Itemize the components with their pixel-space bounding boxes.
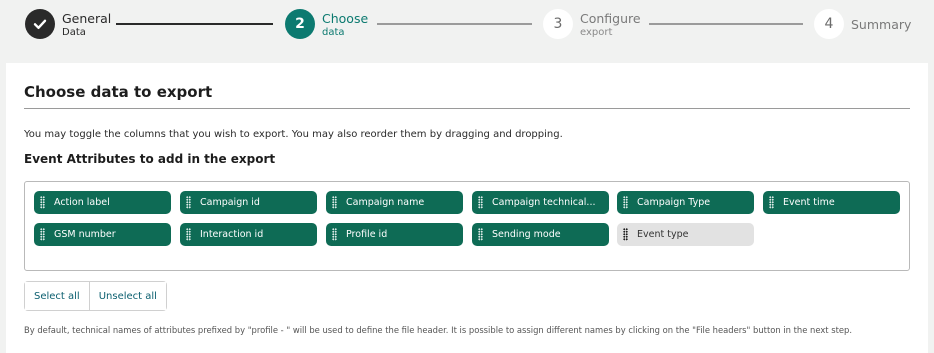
drag-handle-icon[interactable] <box>186 228 191 241</box>
chip-label: Event time <box>783 197 835 208</box>
chip-gsm-number[interactable]: GSM number <box>34 223 171 246</box>
chip-action-label[interactable]: Action label <box>34 191 171 214</box>
step-3-title: Configure <box>580 11 641 26</box>
chip-campaign-id[interactable]: Campaign id <box>180 191 317 214</box>
intro-text: You may toggle the columns that you wish… <box>24 129 563 140</box>
check-icon <box>33 19 47 29</box>
step-connector-1 <box>116 23 273 25</box>
selection-button-group: Select all Unselect all <box>24 281 167 311</box>
chip-label: Campaign Type <box>637 197 711 208</box>
chip-label: Sending mode <box>492 229 561 240</box>
chip-label: Action label <box>54 197 110 208</box>
chip-campaign-type[interactable]: Campaign Type <box>617 191 754 214</box>
step-connector-2 <box>377 23 532 25</box>
drag-handle-icon[interactable] <box>623 196 628 209</box>
step-2-title: Choose <box>322 11 369 26</box>
select-all-button[interactable]: Select all <box>25 282 89 310</box>
chip-campaign-technical[interactable]: Campaign technical... <box>472 191 609 214</box>
drag-handle-icon[interactable] <box>332 228 337 241</box>
drag-handle-icon[interactable] <box>186 196 191 209</box>
chip-interaction-id[interactable]: Interaction id <box>180 223 317 246</box>
drag-handle-icon[interactable] <box>478 196 483 209</box>
step-1-title: General <box>62 11 112 26</box>
step-2-subtitle: data <box>322 27 345 38</box>
section-title: Event Attributes to add in the export <box>24 152 276 166</box>
attribute-chip-list: Action label Campaign id Campaign name C… <box>24 181 910 271</box>
export-stepper: General Data 2 Choose data 3 Configure e… <box>0 0 934 52</box>
step-4-title: Summary <box>851 17 912 32</box>
chip-label: Profile id <box>346 229 388 240</box>
export-panel: Choose data to export You may toggle the… <box>6 63 928 353</box>
drag-handle-icon[interactable] <box>332 196 337 209</box>
chip-event-time[interactable]: Event time <box>763 191 900 214</box>
chip-sending-mode[interactable]: Sending mode <box>472 223 609 246</box>
file-header-note: By default, technical names of attribute… <box>24 325 853 335</box>
drag-handle-icon[interactable] <box>40 196 45 209</box>
step-3-circle[interactable]: 3 <box>543 9 573 39</box>
unselect-all-button[interactable]: Unselect all <box>88 282 166 310</box>
step-1-done-check-icon[interactable] <box>25 9 55 39</box>
chip-label: Interaction id <box>200 229 264 240</box>
drag-handle-icon[interactable] <box>769 196 774 209</box>
drag-handle-icon[interactable] <box>623 228 628 241</box>
step-1-subtitle: Data <box>62 27 86 38</box>
chip-campaign-name[interactable]: Campaign name <box>326 191 463 214</box>
page-title: Choose data to export <box>24 83 213 101</box>
chip-label: Campaign technical... <box>492 197 596 208</box>
chip-label: Campaign name <box>346 197 425 208</box>
step-3-subtitle: export <box>580 27 613 38</box>
chip-label: GSM number <box>54 229 116 240</box>
step-2-circle[interactable]: 2 <box>285 9 315 39</box>
chip-label: Event type <box>637 229 689 240</box>
chip-profile-id[interactable]: Profile id <box>326 223 463 246</box>
chip-event-type[interactable]: Event type <box>617 223 754 246</box>
drag-handle-icon[interactable] <box>40 228 45 241</box>
chip-label: Campaign id <box>200 197 260 208</box>
step-4-circle[interactable]: 4 <box>814 9 844 39</box>
title-divider <box>24 108 910 109</box>
step-connector-3 <box>649 23 803 25</box>
drag-handle-icon[interactable] <box>478 228 483 241</box>
